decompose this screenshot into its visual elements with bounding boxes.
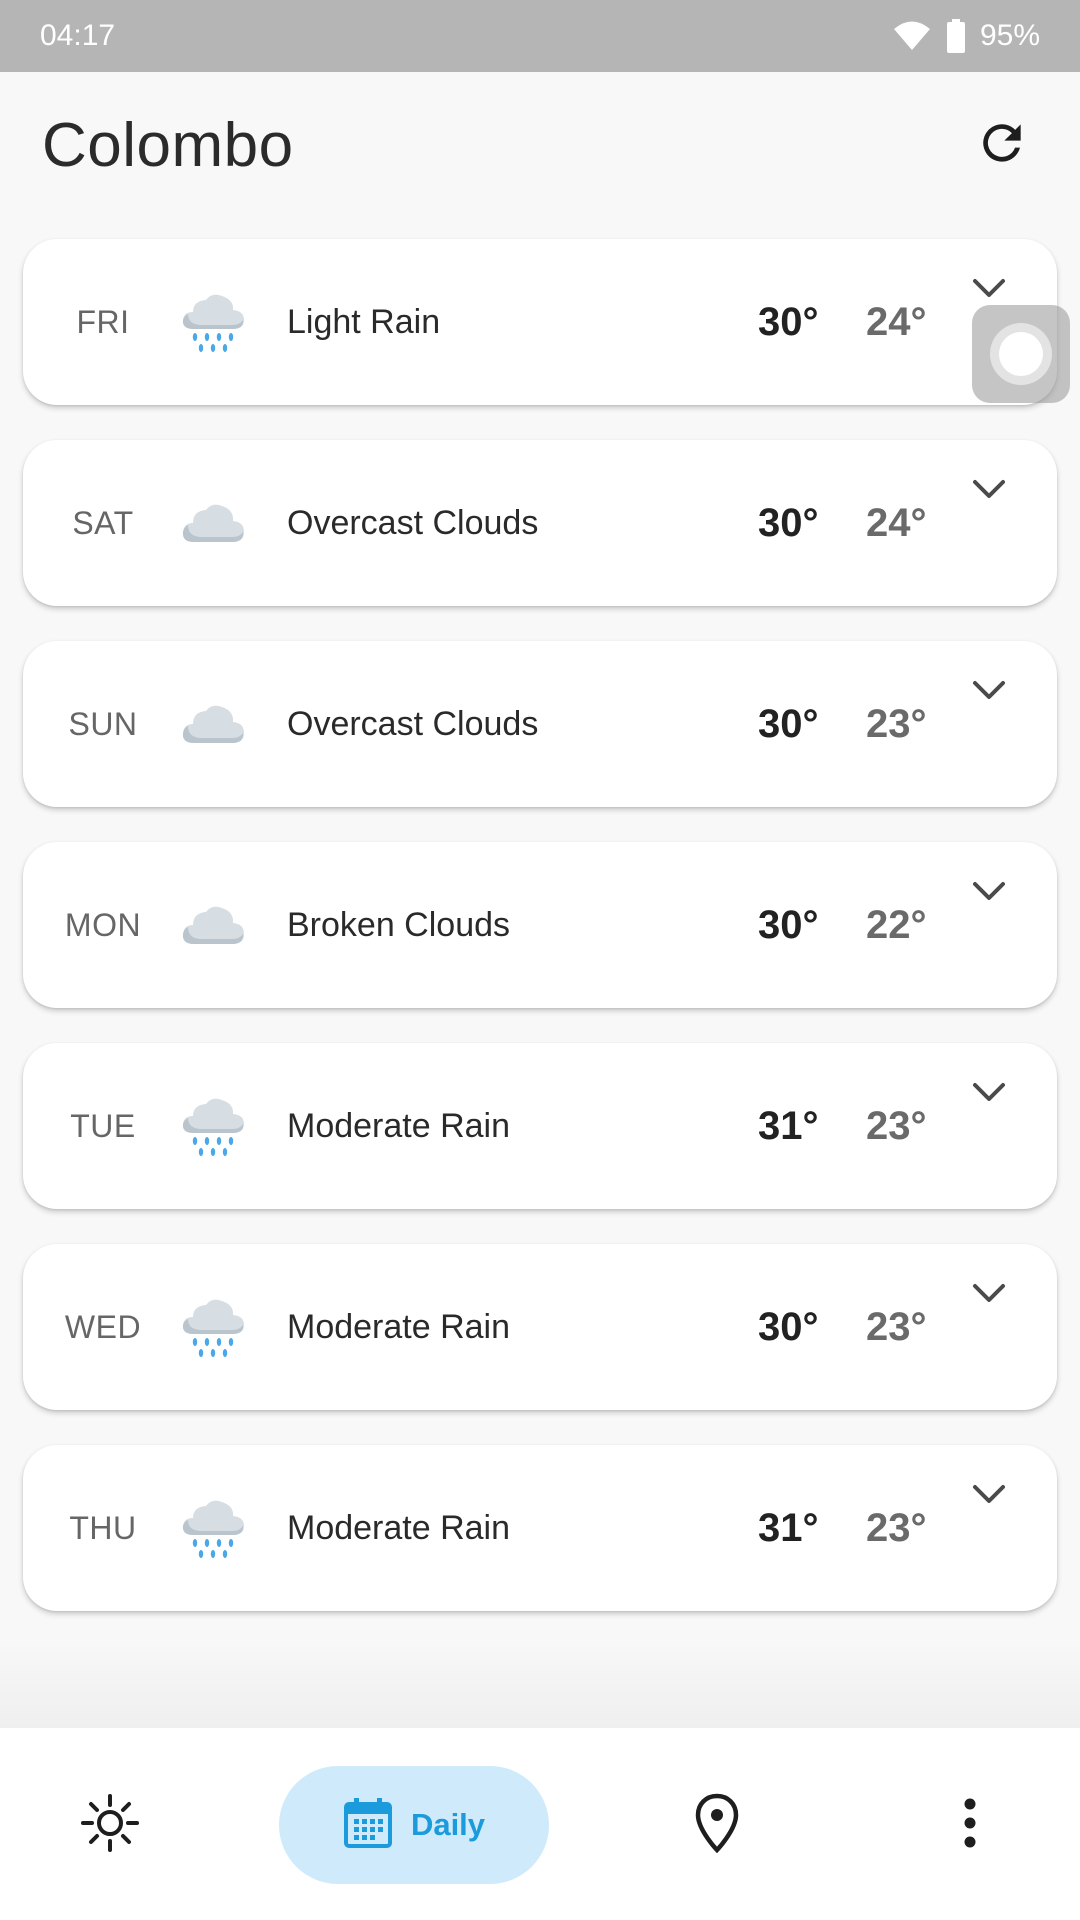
battery-icon — [946, 19, 966, 53]
chevron-down-icon[interactable] — [967, 468, 1011, 512]
calendar-icon — [343, 1797, 393, 1854]
forecast-low: 23° — [866, 1304, 927, 1349]
forecast-high: 31° — [758, 1505, 819, 1550]
location-pin-icon — [694, 1793, 740, 1858]
forecast-low: 23° — [866, 701, 927, 746]
bottom-navigation: Daily — [0, 1728, 1080, 1920]
cloud-icon — [178, 490, 248, 560]
forecast-card-wed[interactable]: WED Moderate Rain 30° 23° — [23, 1244, 1057, 1410]
forecast-day: FRI — [76, 303, 130, 340]
more-vert-icon — [963, 1798, 977, 1853]
forecast-condition: Moderate Rain — [287, 1508, 511, 1547]
forecast-day: WED — [64, 1308, 142, 1345]
forecast-day: TUE — [70, 1107, 136, 1144]
app-header: Colombo — [0, 72, 1080, 218]
forecast-low: 23° — [866, 1103, 927, 1148]
cloud-icon — [178, 892, 248, 962]
forecast-condition: Overcast Clouds — [287, 704, 539, 743]
nav-today[interactable] — [50, 1766, 170, 1884]
forecast-list: FRI Light Rain 30° 24° SAT Overcast Clou… — [23, 239, 1057, 1646]
forecast-card-sun[interactable]: SUN Overcast Clouds 30° 23° — [23, 641, 1057, 807]
chevron-down-icon[interactable] — [967, 1272, 1011, 1316]
battery-percent: 95% — [979, 19, 1040, 52]
forecast-low: 24° — [866, 500, 927, 545]
forecast-low: 22° — [866, 902, 927, 947]
chevron-down-icon[interactable] — [967, 870, 1011, 914]
rain-cloud-icon — [178, 1495, 248, 1565]
forecast-card-thu[interactable]: THU Moderate Rain 31° 23° — [23, 1445, 1057, 1611]
chevron-down-icon[interactable] — [967, 1071, 1011, 1115]
status-bar: 04:17 95% — [0, 0, 1080, 72]
forecast-day: SAT — [72, 504, 134, 541]
floating-assist-button[interactable] — [972, 305, 1070, 403]
refresh-icon — [974, 115, 1030, 176]
sun-icon — [80, 1793, 140, 1858]
bottom-shadow — [0, 1640, 1080, 1730]
forecast-card-tue[interactable]: TUE Moderate Rain 31° 23° — [23, 1043, 1057, 1209]
forecast-condition: Moderate Rain — [287, 1106, 511, 1145]
rain-cloud-icon — [178, 1294, 248, 1364]
forecast-day: SUN — [68, 705, 138, 742]
nav-locations[interactable] — [657, 1766, 777, 1884]
forecast-high: 30° — [758, 500, 819, 545]
chevron-down-icon[interactable] — [967, 669, 1011, 713]
forecast-high: 30° — [758, 902, 819, 947]
forecast-high: 30° — [758, 701, 819, 746]
forecast-card-sat[interactable]: SAT Overcast Clouds 30° 24° — [23, 440, 1057, 606]
nav-more[interactable] — [910, 1766, 1030, 1884]
forecast-high: 30° — [758, 1304, 819, 1349]
status-time: 04:17 — [40, 19, 116, 52]
city-title: Colombo — [42, 110, 294, 180]
cloud-icon — [178, 691, 248, 761]
forecast-condition: Moderate Rain — [287, 1307, 511, 1346]
chevron-down-icon[interactable] — [967, 1473, 1011, 1517]
forecast-high: 31° — [758, 1103, 819, 1148]
forecast-day: THU — [69, 1509, 137, 1546]
status-icons: 95% — [892, 19, 1040, 53]
forecast-high: 30° — [758, 299, 819, 344]
rain-cloud-icon — [178, 289, 248, 359]
forecast-low: 23° — [866, 1505, 927, 1550]
nav-daily-label: Daily — [410, 1807, 486, 1842]
forecast-condition: Overcast Clouds — [287, 503, 539, 542]
wifi-icon — [892, 20, 932, 52]
nav-daily[interactable]: Daily — [279, 1766, 549, 1884]
forecast-low: 24° — [866, 299, 927, 344]
refresh-button[interactable] — [966, 109, 1038, 181]
forecast-day: MON — [64, 906, 142, 943]
forecast-card-mon[interactable]: MON Broken Clouds 30° 22° — [23, 842, 1057, 1008]
forecast-condition: Light Rain — [287, 302, 441, 341]
forecast-card-fri[interactable]: FRI Light Rain 30° 24° — [23, 239, 1057, 405]
rain-cloud-icon — [178, 1093, 248, 1163]
forecast-condition: Broken Clouds — [287, 905, 511, 944]
